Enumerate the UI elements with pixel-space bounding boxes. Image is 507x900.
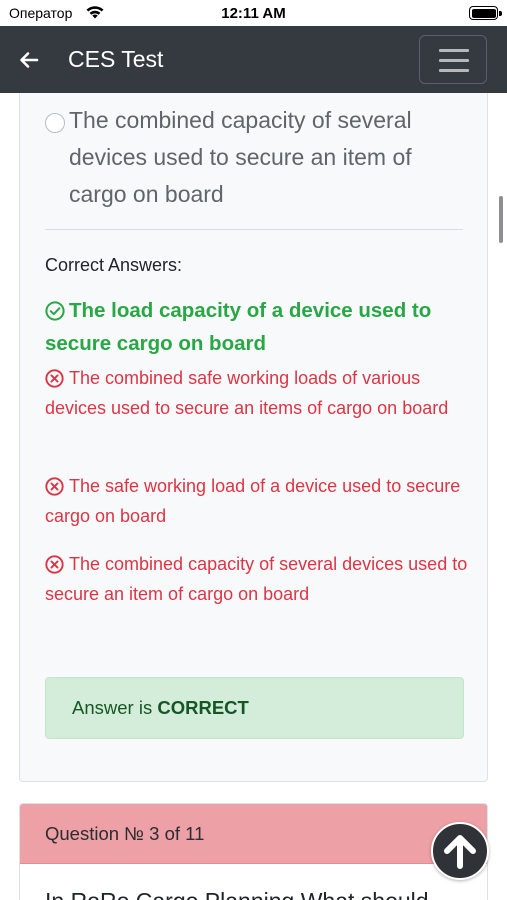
hamburger-menu-icon bbox=[439, 49, 469, 52]
answer-option-label: The combined capacity of several devices… bbox=[69, 107, 412, 207]
app-title: CES Test bbox=[68, 46, 164, 72]
x-circle-icon bbox=[45, 477, 64, 496]
content-area[interactable]: The combined capacity of several devices… bbox=[0, 93, 507, 900]
question-number: Question № 3 of 11 bbox=[45, 823, 205, 844]
status-bar: Оператор 12:11 AM bbox=[0, 0, 507, 26]
status-time: 12:11 AM bbox=[221, 5, 286, 22]
menu-button[interactable] bbox=[419, 35, 487, 84]
app-bar: CES Test bbox=[0, 26, 507, 93]
result-text: Answer is CORRECT bbox=[72, 697, 249, 719]
next-question-card: Question № 3 of 11 In RoRo Cargo Plannin… bbox=[19, 803, 488, 900]
arrow-up-icon bbox=[444, 835, 476, 869]
x-circle-icon bbox=[45, 369, 64, 388]
back-button[interactable] bbox=[16, 48, 42, 72]
divider bbox=[45, 229, 463, 230]
incorrect-answer-text: The combined safe working loads of vario… bbox=[45, 368, 449, 418]
correct-answer: The load capacity of a device used to se… bbox=[45, 294, 470, 360]
incorrect-answer-text: The safe working load of a device used t… bbox=[45, 476, 461, 526]
arrow-left-icon bbox=[20, 52, 39, 68]
question-header: Question № 3 of 11 bbox=[20, 804, 487, 864]
radio-button[interactable] bbox=[45, 113, 65, 133]
incorrect-answer-text: The combined capacity of several devices… bbox=[45, 554, 468, 604]
x-circle-icon bbox=[45, 555, 64, 574]
result-alert: Answer is CORRECT bbox=[45, 677, 464, 739]
incorrect-answer: The safe working load of a device used t… bbox=[45, 472, 470, 531]
incorrect-answer: The combined safe working loads of vario… bbox=[45, 364, 470, 423]
result-value: CORRECT bbox=[157, 697, 249, 718]
scroll-to-top-button[interactable] bbox=[431, 822, 489, 880]
result-prefix: Answer is bbox=[72, 697, 153, 718]
question-card: The combined capacity of several devices… bbox=[19, 93, 488, 782]
battery-icon bbox=[469, 6, 502, 20]
check-circle-icon bbox=[45, 301, 65, 321]
scroll-indicator bbox=[499, 196, 503, 243]
incorrect-answer: The combined capacity of several devices… bbox=[45, 550, 470, 609]
question-text: In RoRo Cargo Planning What should bbox=[45, 888, 429, 900]
correct-answers-label: Correct Answers: bbox=[45, 255, 183, 275]
correct-answer-text: The load capacity of a device used to se… bbox=[45, 299, 432, 355]
